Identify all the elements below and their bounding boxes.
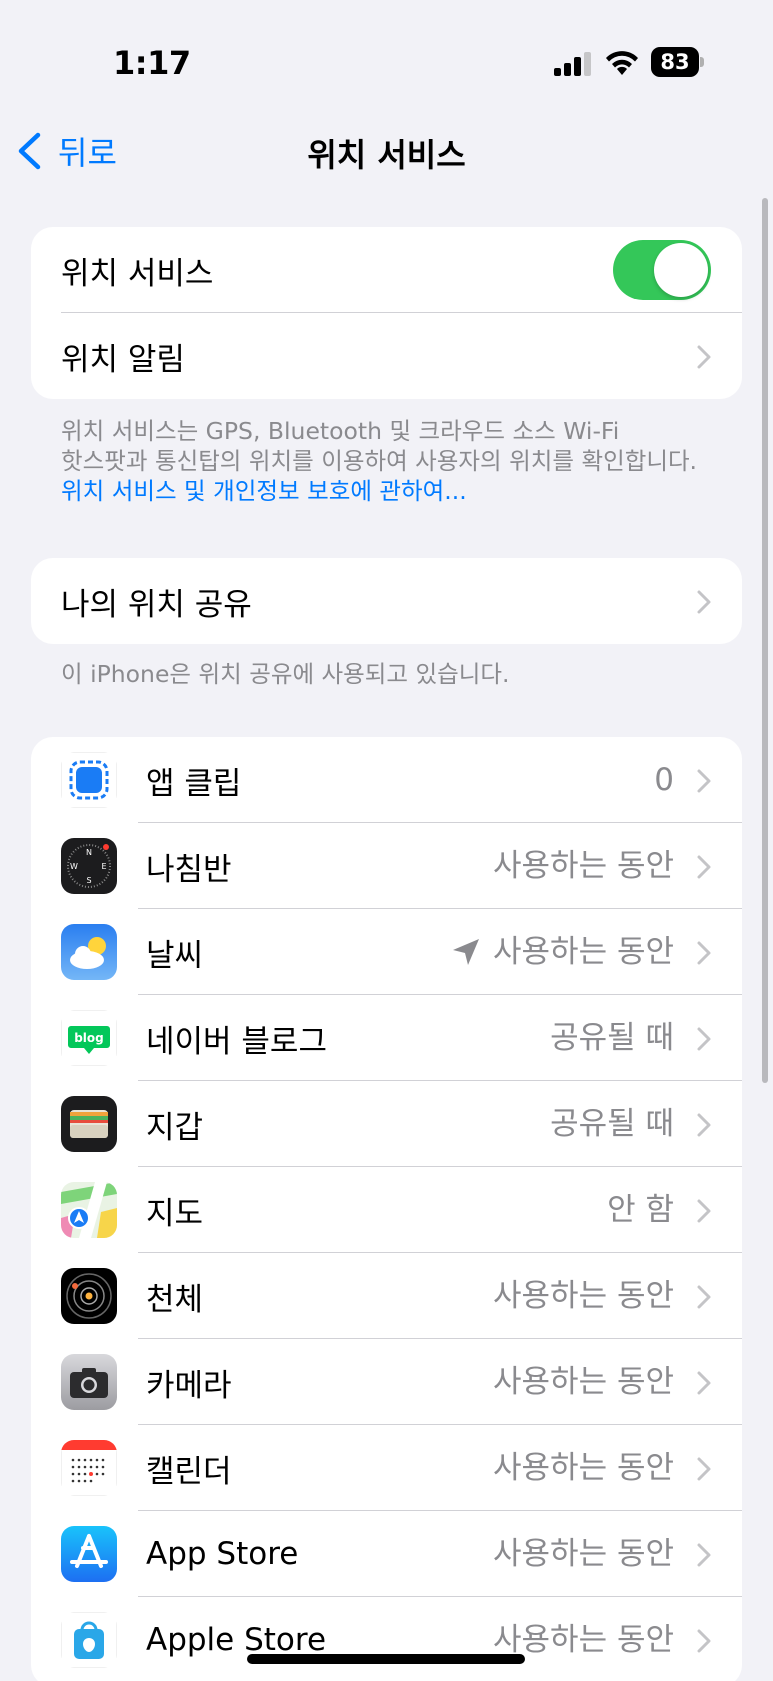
location-permission-value: 사용하는 동안	[493, 848, 674, 884]
status-bar: 1:17 83	[0, 0, 773, 120]
app-name: App Store	[146, 1536, 299, 1572]
chevron-right-icon	[697, 345, 711, 369]
location-services-label: 위치 서비스	[61, 255, 214, 292]
app-row[interactable]: App Store 사용하는 동안	[31, 1511, 742, 1597]
app-name: 카메라	[146, 1367, 232, 1404]
app-row[interactable]: 지갑 공유될 때	[31, 1081, 742, 1167]
location-alerts-label: 위치 알림	[61, 341, 185, 378]
chevron-right-icon	[697, 1199, 711, 1223]
share-footer: 이 iPhone은 위치 공유에 사용되고 있습니다.	[61, 659, 509, 689]
app-row[interactable]: blog 네이버 블로그 공유될 때	[31, 995, 742, 1081]
location-services-row: 위치 서비스	[31, 227, 742, 313]
home-indicator[interactable]	[247, 1654, 525, 1664]
share-my-location-label: 나의 위치 공유	[61, 586, 252, 623]
app-row[interactable]: 날씨 사용하는 동안	[31, 909, 742, 995]
app-row[interactable]: 카메라 사용하는 동안	[31, 1339, 742, 1425]
calendar-icon	[61, 1440, 117, 1496]
chevron-right-icon	[697, 1285, 711, 1309]
location-permission-value: 사용하는 동안	[493, 1622, 674, 1658]
battery-level: 83	[660, 50, 690, 74]
app-row[interactable]: 천체 사용하는 동안	[31, 1253, 742, 1339]
svg-text:N: N	[86, 848, 92, 857]
location-permission-value: 안 함	[607, 1192, 674, 1228]
app-name: 날씨	[146, 937, 204, 974]
privacy-link[interactable]: 위치 서비스 및 개인정보 보호에 관하여...	[61, 476, 697, 506]
scroll-indicator[interactable]	[762, 198, 768, 1083]
chevron-right-icon	[697, 855, 711, 879]
app-row[interactable]: 캘린더 사용하는 동안	[31, 1425, 742, 1511]
location-arrow-icon	[453, 939, 479, 965]
location-permission-value: 사용하는 동안	[493, 1364, 674, 1400]
app-name: 네이버 블로그	[146, 1023, 327, 1060]
navigation-bar: 뒤로 위치 서비스	[0, 120, 773, 180]
app-row[interactable]: 앱 클립 0	[31, 737, 742, 823]
chevron-right-icon	[697, 590, 711, 614]
app-name: 앱 클립	[146, 765, 242, 802]
chevron-right-icon	[697, 1027, 711, 1051]
app-name: 지갑	[146, 1109, 204, 1146]
chevron-right-icon	[697, 769, 711, 793]
location-permission-value: 0	[654, 762, 674, 798]
svg-text:W: W	[70, 862, 78, 871]
chevron-right-icon	[697, 1457, 711, 1481]
chevron-right-icon	[697, 1629, 711, 1653]
maps-icon	[61, 1182, 117, 1238]
location-services-toggle[interactable]	[613, 240, 711, 300]
footer-line-1: 위치 서비스는 GPS, Bluetooth 및 크라우드 소스 Wi-Fi	[61, 417, 620, 445]
battery-icon: 83	[651, 47, 705, 77]
app-row[interactable]: N S W E 나침반 사용하는 동안	[31, 823, 742, 909]
location-permission-value: 사용하는 동안	[493, 1536, 674, 1572]
chevron-right-icon	[697, 941, 711, 965]
chevron-right-icon	[697, 1371, 711, 1395]
wifi-icon	[606, 51, 638, 75]
app-store-icon	[61, 1526, 117, 1582]
apple-store-icon	[61, 1612, 117, 1668]
app-clips-icon	[61, 752, 117, 808]
location-permission-value: 공유될 때	[550, 1106, 674, 1142]
weather-icon	[61, 924, 117, 980]
location-alerts-row[interactable]: 위치 알림	[31, 313, 742, 399]
app-name: Apple Store	[146, 1622, 327, 1658]
share-my-location-row[interactable]: 나의 위치 공유	[31, 558, 742, 644]
chevron-right-icon	[697, 1113, 711, 1137]
location-services-footer: 위치 서비스는 GPS, Bluetooth 및 크라우드 소스 Wi-Fi 핫…	[61, 416, 697, 506]
app-name: 캘린더	[146, 1453, 232, 1490]
app-name: 나침반	[146, 851, 232, 888]
location-services-group: 위치 서비스 위치 알림	[31, 227, 742, 399]
svg-text:blog: blog	[74, 1031, 104, 1045]
app-row[interactable]: Apple Store 사용하는 동안	[31, 1597, 742, 1681]
location-permission-value: 공유될 때	[550, 1020, 674, 1056]
svg-text:S: S	[86, 876, 91, 885]
app-name: 천체	[146, 1281, 204, 1318]
status-time: 1:17	[113, 44, 191, 82]
chevron-right-icon	[697, 1543, 711, 1567]
location-permission-value: 사용하는 동안	[493, 1450, 674, 1486]
astronomy-icon	[61, 1268, 117, 1324]
wallet-icon	[61, 1096, 117, 1152]
location-permission-value: 사용하는 동안	[493, 1278, 674, 1314]
svg-text:E: E	[101, 862, 106, 871]
share-footer-text: 이 iPhone은 위치 공유에 사용되고 있습니다.	[61, 660, 510, 688]
footer-line-2: 핫스팟과 통신탑의 위치를 이용하여 사용자의 위치를 확인합니다.	[61, 447, 698, 475]
app-name: 지도	[146, 1195, 204, 1232]
camera-icon	[61, 1354, 117, 1410]
location-permission-value: 사용하는 동안	[493, 934, 674, 970]
app-row[interactable]: 지도 안 함	[31, 1167, 742, 1253]
naver-blog-icon: blog	[61, 1010, 117, 1066]
page-title: 위치 서비스	[307, 136, 466, 174]
apps-list: 앱 클립 0 N S W E 나침반 사용하는 동안 날씨 사용하는 동안 blog 네이버 블로그 공…	[31, 737, 742, 1681]
compass-icon: N SW E	[61, 838, 117, 894]
share-location-group: 나의 위치 공유	[31, 558, 742, 644]
cellular-signal-icon	[554, 52, 591, 76]
